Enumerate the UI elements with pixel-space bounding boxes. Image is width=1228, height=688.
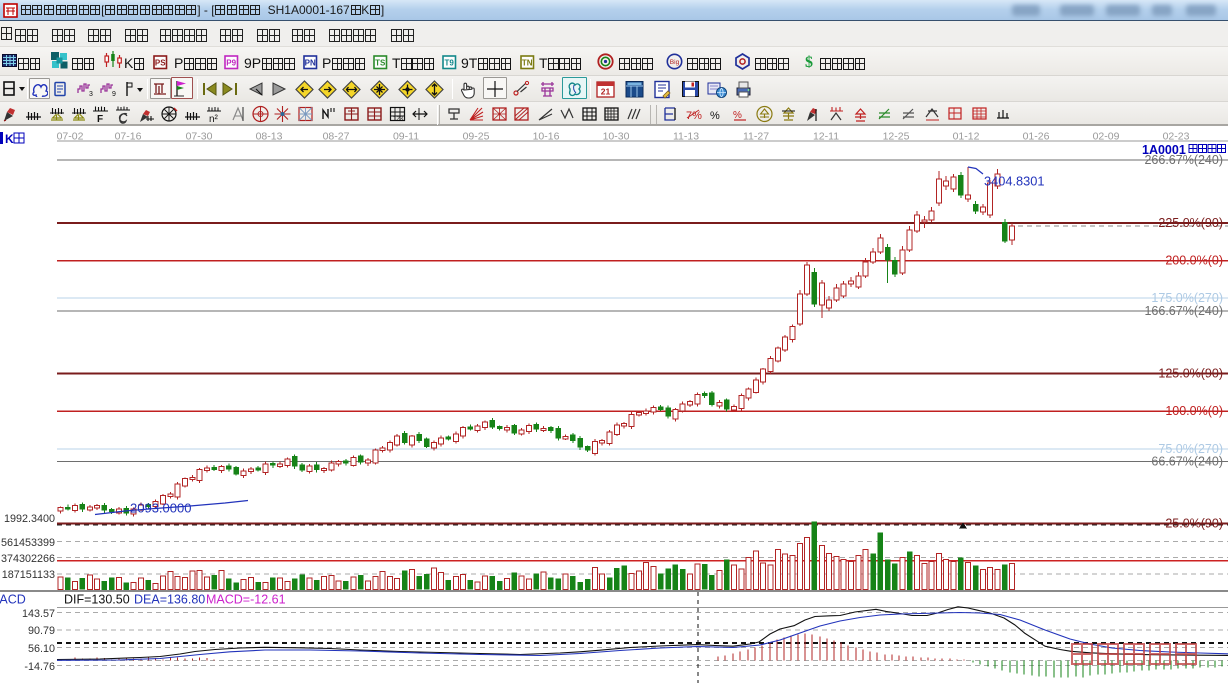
svg-text:2093.0000: 2093.0000 (130, 501, 191, 516)
svg-text:MACD: MACD (0, 593, 26, 607)
svg-text:09-25: 09-25 (463, 131, 490, 143)
svg-text:DIF=130.50: DIF=130.50 (64, 593, 130, 607)
svg-text:07-30: 07-30 (186, 131, 213, 143)
svg-text:PS: PS (155, 59, 166, 68)
svg-text:07-16: 07-16 (115, 131, 142, 143)
svg-text:01-26: 01-26 (1023, 131, 1050, 143)
svg-text:MACD=-12.61: MACD=-12.61 (206, 593, 286, 607)
svg-text:12-25: 12-25 (883, 131, 910, 143)
svg-text:02-09: 02-09 (1093, 131, 1120, 143)
svg-text:21: 21 (601, 87, 611, 97)
svg-text:T9: T9 (445, 59, 455, 68)
svg-text:187151133: 187151133 (2, 569, 55, 581)
svg-text:56.10: 56.10 (28, 643, 55, 655)
svg-text:225.0%(90): 225.0%(90) (1158, 216, 1223, 230)
svg-text:08-27: 08-27 (323, 131, 350, 143)
svg-text:123: 123 (393, 117, 404, 123)
svg-text:%: % (710, 110, 720, 122)
svg-text:F: F (97, 114, 103, 124)
svg-text:TS: TS (375, 59, 386, 68)
svg-text:n²: n² (209, 114, 219, 124)
svg-text:1992.3400: 1992.3400 (4, 513, 55, 525)
svg-text:DEA=136.80: DEA=136.80 (134, 593, 205, 607)
svg-text:100.0%(0): 100.0%(0) (1165, 404, 1223, 418)
svg-text:TN: TN (522, 59, 533, 68)
svg-text:P9: P9 (226, 59, 236, 68)
svg-text:08-13: 08-13 (256, 131, 283, 143)
svg-text:90.79: 90.79 (28, 625, 55, 637)
svg-text:166.67%(240): 166.67%(240) (1144, 304, 1223, 318)
svg-text:11-13: 11-13 (673, 131, 699, 143)
svg-text:3404.8301: 3404.8301 (984, 174, 1045, 189)
svg-text:-14.76: -14.76 (24, 661, 55, 673)
svg-text:66.67%(240): 66.67%(240) (1151, 455, 1223, 469)
svg-text:PN: PN (305, 59, 316, 68)
svg-text:9: 9 (112, 91, 116, 98)
svg-text:561453399: 561453399 (1, 537, 55, 549)
svg-text:1A0001: 1A0001 (1142, 143, 1186, 157)
svg-text:07-02: 07-02 (57, 131, 84, 143)
svg-text:125.0%(90): 125.0%(90) (1158, 367, 1223, 381)
svg-text:$: $ (805, 54, 813, 70)
svg-text:09-11: 09-11 (393, 131, 419, 143)
svg-text:143.57: 143.57 (22, 608, 55, 620)
svg-text:10-30: 10-30 (603, 131, 630, 143)
svg-text:02-23: 02-23 (1163, 131, 1190, 143)
svg-text:175.0%(270): 175.0%(270) (1151, 291, 1223, 305)
svg-text:Big: Big (670, 59, 680, 66)
svg-text:374302266: 374302266 (1, 553, 55, 565)
svg-text:K: K (5, 132, 14, 146)
svg-text:11-27: 11-27 (743, 131, 769, 143)
svg-text:01-12: 01-12 (953, 131, 980, 143)
svg-text:25.0%(90): 25.0%(90) (1165, 517, 1223, 531)
svg-text:3: 3 (89, 91, 93, 98)
svg-text:12-11: 12-11 (813, 131, 839, 143)
svg-text:10-16: 10-16 (533, 131, 560, 143)
svg-text:200.0%(0): 200.0%(0) (1165, 254, 1223, 268)
svg-text:7%: 7% (686, 110, 702, 122)
svg-text:%: % (733, 110, 742, 121)
